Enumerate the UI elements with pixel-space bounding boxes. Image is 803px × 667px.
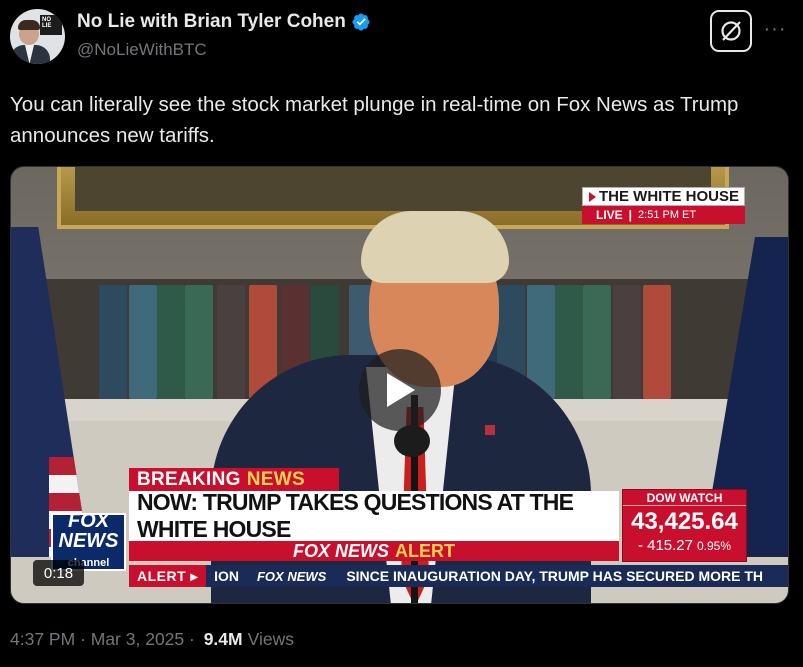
video-elapsed-time: 0:18 (33, 560, 84, 586)
location-bug: THE WHITE HOUSE LIVE | 2:51 PM ET (582, 187, 745, 225)
book-spine (217, 285, 245, 399)
book-spine (613, 285, 641, 399)
flag-pin (485, 425, 495, 435)
verified-badge-icon (352, 13, 370, 31)
location-label: THE WHITE HOUSE (599, 188, 740, 205)
ticker-crawl: SINCE INAUGURATION DAY, TRUMP HAS SECURE… (346, 568, 763, 584)
play-triangle-icon (589, 191, 596, 202)
book-spine (643, 285, 671, 399)
ticker-alert: ALERT ▸ (129, 565, 207, 587)
dow-watch-box: DOW WATCH 43,425.64 - 415.27 0.95% (622, 489, 747, 562)
book-spine (185, 285, 213, 399)
dow-change: - 415.27 0.95% (637, 537, 732, 554)
ticker-brand: FOX NEWS (256, 568, 327, 584)
views-label: Views (247, 629, 294, 649)
book-spine (99, 285, 127, 399)
avatar-hair (18, 20, 40, 30)
ticker-section: ION (214, 568, 239, 584)
views-count: 9.4M (203, 629, 243, 649)
news-word: NEWS (246, 468, 305, 490)
book-spine (129, 285, 157, 399)
tweet-text: You can literally see the stock market p… (10, 93, 739, 147)
tweet-date[interactable]: Mar 3, 2025 (91, 629, 184, 650)
dow-value: 43,425.64 (631, 508, 738, 535)
tweet-time[interactable]: 4:37 PM (10, 629, 75, 650)
alert-word: ALERT (395, 540, 455, 561)
author-name[interactable]: No Lie with Brian Tyler Cohen (77, 11, 346, 33)
news-ticker: ALERT ▸ ION FOX NEWS SINCE INAUGURATION … (129, 565, 788, 587)
alert-brand: FOX NEWS (292, 540, 389, 561)
speaker-hair (361, 211, 509, 283)
play-icon (387, 373, 415, 407)
breaking-news-banner: BREAKING NEWS (129, 468, 339, 491)
breaking-word: BREAKING (137, 468, 241, 490)
author-handle[interactable]: @NoLieWithBTC (77, 40, 207, 60)
grok-button[interactable] (710, 10, 752, 52)
play-button[interactable] (359, 349, 441, 431)
book-spine (555, 285, 583, 399)
fox-news-alert-bar: FOX NEWS ALERT (129, 541, 619, 561)
more-options-button[interactable]: ··· (760, 14, 790, 44)
video-player[interactable]: THE WHITE HOUSE LIVE | 2:51 PM ET BREAKING… (10, 166, 789, 604)
live-label: LIVE (596, 208, 623, 222)
tweet-meta: 4:37 PM · Mar 3, 2025 · 9.4M Views (10, 629, 294, 650)
headline-chyron: NOW: TRUMP TAKES QUESTIONS AT THE WHITE … (129, 489, 619, 542)
book-spine (157, 285, 185, 399)
author-row: No Lie with Brian Tyler Cohen (77, 11, 371, 33)
avatar[interactable]: NO LIE (10, 9, 65, 64)
meta-separator: · (75, 629, 91, 649)
meta-separator: · (184, 629, 200, 649)
grok-icon (721, 21, 741, 41)
book-spine (583, 285, 611, 399)
dow-label: DOW WATCH (623, 490, 746, 506)
avatar-logo: NO LIE (40, 15, 62, 35)
live-time: 2:51 PM ET (638, 209, 697, 221)
